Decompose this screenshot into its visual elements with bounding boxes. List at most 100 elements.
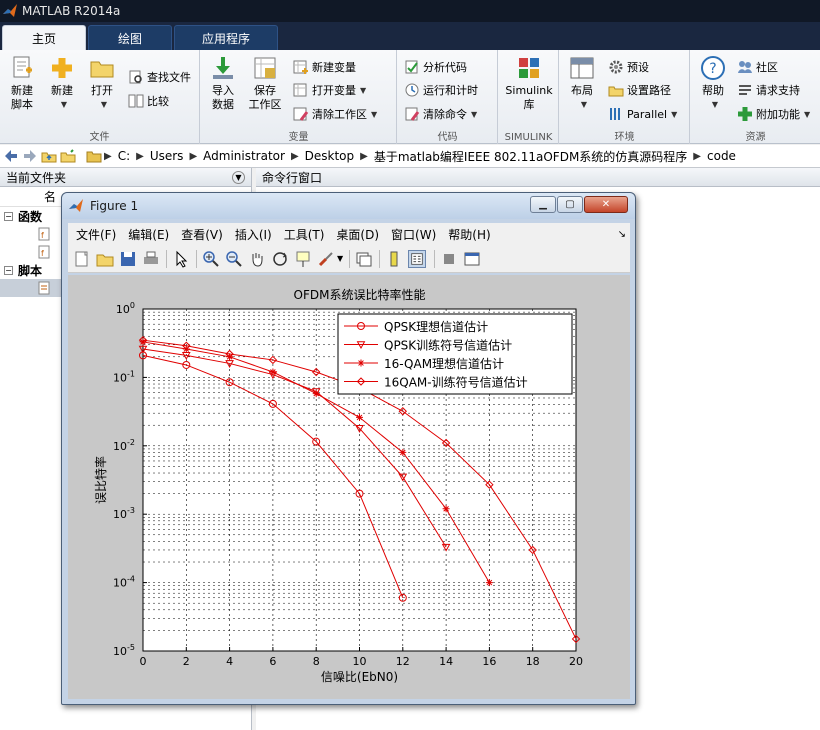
show-plot-tools-icon[interactable] bbox=[463, 250, 481, 268]
ribbon-group-variable: 导入 数据 保存 工作区 新建变量 打开变量 ▼ 清除工作区 ▼ 变量 bbox=[201, 50, 397, 144]
new-script-icon bbox=[13, 56, 32, 78]
menu-help[interactable]: 帮助(H) bbox=[448, 226, 490, 243]
hide-plot-tools-icon[interactable] bbox=[440, 250, 458, 268]
import-data-button[interactable]: 导入 数据 bbox=[205, 54, 241, 112]
tab-apps[interactable]: 应用程序 bbox=[174, 25, 278, 50]
open-file-icon[interactable] bbox=[96, 250, 114, 268]
zoom-out-icon[interactable] bbox=[225, 250, 243, 268]
save-icon[interactable] bbox=[119, 250, 137, 268]
toolbar-divider bbox=[196, 249, 197, 268]
breadcrumb-item[interactable]: Users bbox=[150, 149, 184, 163]
back-arrow-icon[interactable] bbox=[3, 148, 19, 164]
address-bar: ▶ C: ▶ Users ▶ Administrator ▶ Desktop ▶… bbox=[0, 145, 820, 168]
y-tick-label: 10-2 bbox=[113, 438, 135, 453]
zoom-in-icon[interactable] bbox=[202, 250, 220, 268]
close-icon: ✕ bbox=[601, 199, 611, 210]
chevron-down-icon: ▼ bbox=[371, 109, 378, 119]
find-files-button[interactable]: 查找文件 bbox=[128, 68, 191, 86]
pointer-icon[interactable] bbox=[172, 250, 190, 268]
run-and-time-button[interactable]: 运行和计时 bbox=[404, 81, 478, 99]
analyze-code-button[interactable]: 分析代码 bbox=[404, 58, 467, 76]
x-tick-label: 14 bbox=[439, 655, 453, 668]
x-tick-label: 10 bbox=[353, 655, 367, 668]
save-workspace-icon bbox=[254, 57, 276, 79]
tab-home[interactable]: 主页 bbox=[2, 25, 86, 50]
breadcrumb-item[interactable]: C: bbox=[118, 149, 130, 163]
ber-chart[interactable]: 0 2 4 6 8 10 12 14 16 18 20 100 10-1 10-2 10-3 10-4 10-5… bbox=[68, 275, 630, 699]
maximize-button[interactable]: ▢ bbox=[557, 196, 583, 213]
new-button[interactable]: 新建 ▼ bbox=[44, 54, 80, 112]
help-icon: ? bbox=[701, 56, 725, 80]
close-button[interactable]: ✕ bbox=[584, 196, 628, 213]
new-variable-button[interactable]: 新建变量 bbox=[293, 58, 356, 76]
open-button[interactable]: 打开 ▼ bbox=[84, 54, 120, 112]
compare-button[interactable]: 比较 bbox=[128, 92, 169, 110]
menu-edit[interactable]: 编辑(E) bbox=[128, 226, 169, 243]
request-support-button[interactable]: 请求支持 bbox=[737, 81, 800, 99]
x-tick-label: 20 bbox=[569, 655, 583, 668]
collapse-icon[interactable]: − bbox=[4, 211, 13, 221]
breadcrumb-separator: ▶ bbox=[290, 150, 299, 162]
menu-window[interactable]: 窗口(W) bbox=[391, 226, 436, 243]
new-plus-icon bbox=[52, 58, 72, 78]
toolbar-divider bbox=[379, 249, 381, 268]
figure-titlebar[interactable]: Figure 1 ▁ ▢ ✕ bbox=[62, 193, 635, 219]
clear-workspace-button[interactable]: 清除工作区 ▼ bbox=[293, 105, 377, 123]
parallel-icon bbox=[610, 108, 620, 120]
breadcrumb-item[interactable]: 基于matlab编程IEEE 802.11aOFDM系统的仿真源码程序 bbox=[374, 148, 687, 165]
pan-hand-icon[interactable] bbox=[248, 250, 266, 268]
toolbar-divider bbox=[166, 249, 167, 268]
open-variable-button[interactable]: 打开变量 ▼ bbox=[293, 81, 366, 99]
minimize-button[interactable]: ▁ bbox=[530, 196, 556, 213]
new-figure-icon[interactable] bbox=[73, 250, 91, 268]
group-label-code: 代码 bbox=[437, 132, 458, 143]
legend-label: QPSK训练符号信道估计 bbox=[384, 338, 512, 353]
addons-button[interactable]: 附加功能 ▼ bbox=[737, 105, 810, 123]
menu-file[interactable]: 文件(F) bbox=[76, 226, 116, 243]
folder-open-icon bbox=[90, 61, 114, 78]
clear-commands-button[interactable]: 清除命令 ▼ bbox=[404, 105, 477, 123]
dock-arrow-icon[interactable]: ↘ bbox=[618, 229, 626, 240]
y-axis-label: 误比特率 bbox=[93, 456, 108, 504]
breadcrumb-item[interactable]: code bbox=[707, 149, 736, 163]
menu-desktop[interactable]: 桌面(D) bbox=[336, 226, 379, 243]
layout-button[interactable]: 布局 ▼ bbox=[564, 54, 600, 112]
menu-view[interactable]: 查看(V) bbox=[181, 226, 223, 243]
save-workspace-button[interactable]: 保存 工作区 bbox=[245, 54, 285, 112]
tab-plots[interactable]: 绘图 bbox=[88, 25, 172, 50]
forward-arrow-icon[interactable] bbox=[22, 148, 38, 164]
brush-icon[interactable] bbox=[317, 250, 335, 268]
y-tick-label: 10-1 bbox=[113, 369, 135, 384]
x-tick-label: 2 bbox=[183, 655, 190, 668]
colorbar-icon[interactable] bbox=[385, 250, 403, 268]
data-cursor-icon[interactable] bbox=[294, 250, 312, 268]
browse-folder-icon[interactable] bbox=[60, 148, 76, 164]
chevron-down-icon[interactable]: ▼ bbox=[337, 254, 343, 263]
figure-canvas[interactable]: 0 2 4 6 8 10 12 14 16 18 20 100 10-1 10-2 10-3 10-4 10-5… bbox=[68, 275, 630, 699]
breadcrumb-separator: ▶ bbox=[693, 150, 701, 162]
parallel-button[interactable]: Parallel ▼ bbox=[608, 105, 677, 123]
new-script-button[interactable]: 新建 脚本 bbox=[4, 54, 40, 112]
chevron-down-icon: ▼ bbox=[580, 100, 588, 109]
x-tick-label: 6 bbox=[269, 655, 276, 668]
simulink-library-button[interactable]: Simulink 库 bbox=[503, 54, 555, 112]
breadcrumb-item[interactable]: Administrator bbox=[203, 149, 285, 163]
rotate-3d-icon[interactable] bbox=[271, 250, 289, 268]
matlab-logo-icon bbox=[69, 199, 83, 212]
menu-tools[interactable]: 工具(T) bbox=[284, 226, 325, 243]
set-path-button[interactable]: 设置路径 bbox=[608, 81, 671, 99]
panel-menu-icon[interactable]: ▼ bbox=[232, 170, 245, 184]
breadcrumb-item[interactable]: Desktop bbox=[305, 149, 355, 163]
preferences-button[interactable]: 预设 bbox=[608, 58, 649, 76]
collapse-icon[interactable]: − bbox=[4, 265, 13, 275]
help-button[interactable]: ? 帮助 ▼ bbox=[695, 54, 731, 112]
print-icon[interactable] bbox=[142, 250, 160, 268]
compare-icon bbox=[128, 94, 144, 108]
breadcrumb-separator: ▶ bbox=[360, 150, 368, 162]
up-folder-icon[interactable] bbox=[41, 148, 57, 164]
y-tick-label: 10-3 bbox=[113, 506, 135, 521]
menu-insert[interactable]: 插入(I) bbox=[235, 226, 272, 243]
community-button[interactable]: 社区 bbox=[737, 58, 778, 76]
legend-icon[interactable] bbox=[408, 249, 427, 268]
link-plot-icon[interactable] bbox=[355, 250, 373, 268]
